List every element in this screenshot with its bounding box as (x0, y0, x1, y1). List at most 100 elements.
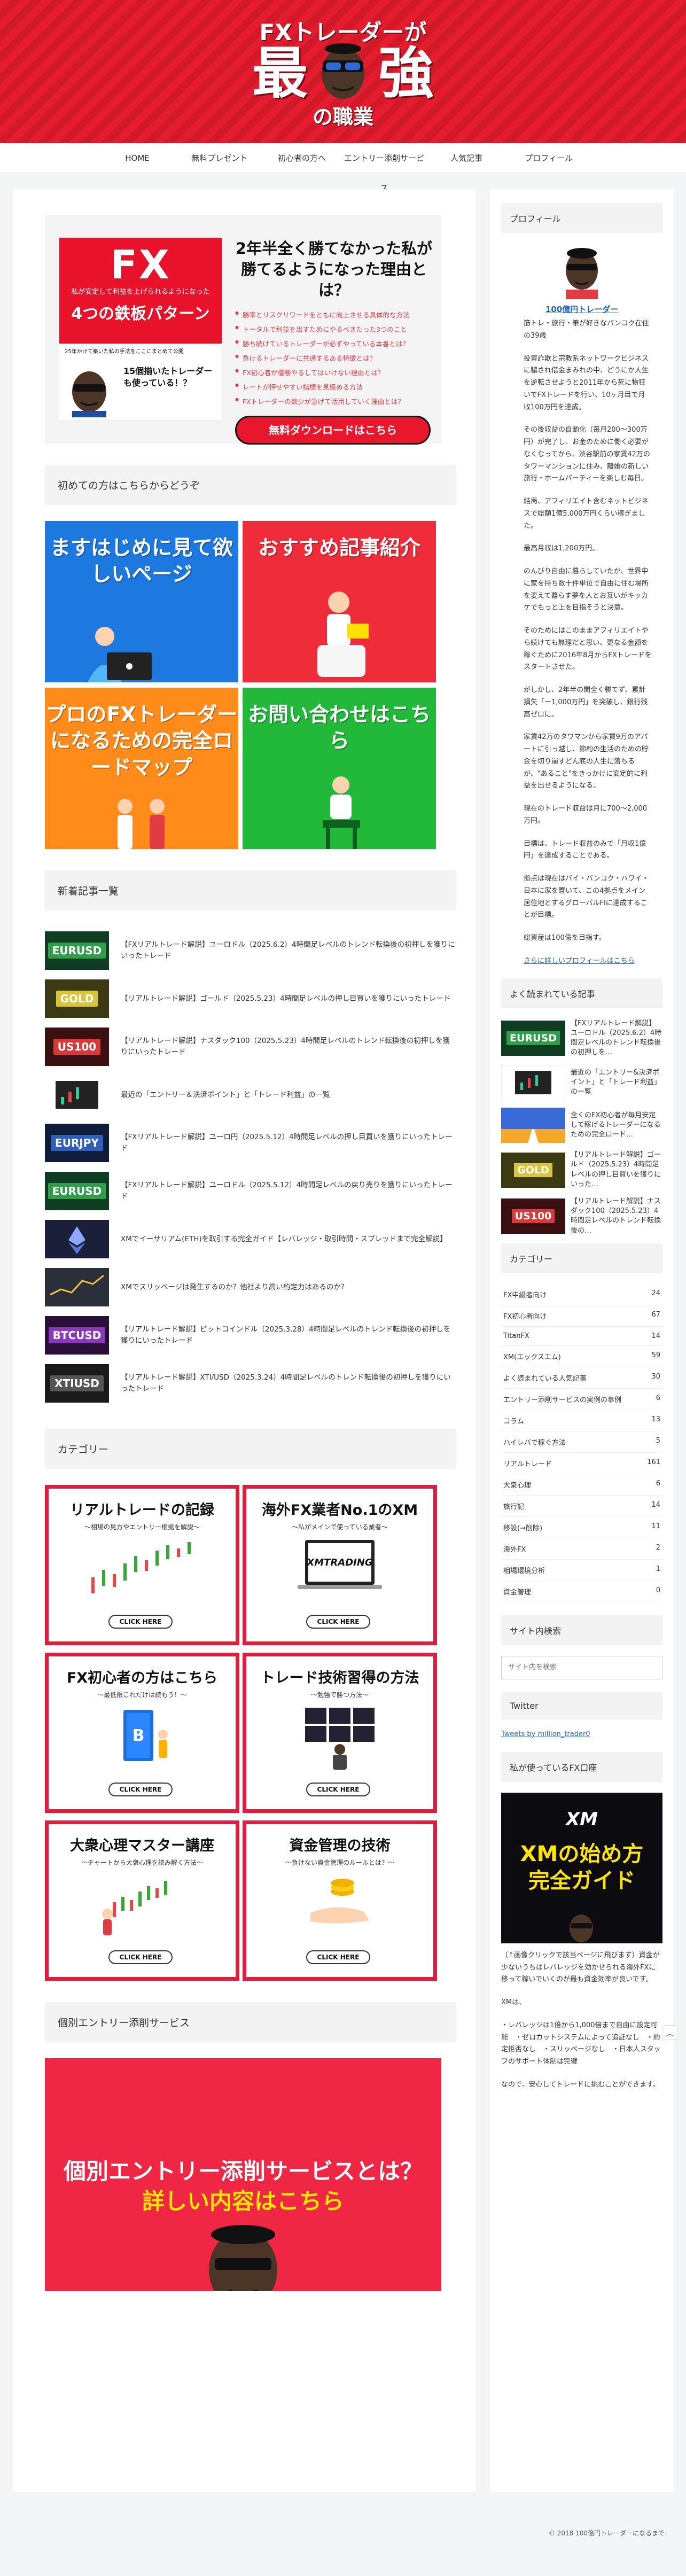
popular-item[interactable]: US100 【リアルトレード解説】ナスダック100（2025.5.23）4時間足… (501, 1197, 662, 1236)
widget-heading-categories: カテゴリー (501, 1243, 662, 1273)
category-list-item[interactable]: エントリー添削サービスの実例の事例 6 (501, 1389, 662, 1410)
profile-detail-link[interactable]: さらに詳しいプロフィールはこちら (524, 957, 635, 965)
profile-paragraph: 現在のトレード収益は月に700〜2,000万円。 (524, 805, 648, 825)
ebook-point: 勝率とリスクリワードをともに向上させる具体的な方法 (235, 308, 433, 323)
category-list-item[interactable]: ハイレバで稼ぐ方法 5 (501, 1431, 662, 1453)
category-list-item[interactable]: 旅行記 14 (501, 1496, 662, 1517)
category-list-item[interactable]: 相場環境分析 1 (501, 1560, 662, 1581)
team-icon (118, 799, 165, 849)
xm-description: （↑画像クリックで該当ページに飛びます）資金が少ないうちはレバレッジを効かせられ… (501, 1943, 662, 2091)
category-real-trade[interactable]: リアルトレードの記録 〜相場の見方やエントリー根拠を解説〜 CLICK HERE (45, 1485, 239, 1645)
popular-item[interactable]: GOLD 【リアルトレード解説】ゴールド（2025.5.23）4時間足レベルの押… (501, 1150, 662, 1189)
tile-roadmap[interactable]: プロのFXトレーダーになるための完全ロードマップ (45, 688, 238, 849)
category-list-item[interactable]: FX初心者向け 67 (501, 1305, 662, 1327)
news-thumbnail: EURUSD (45, 1172, 109, 1210)
category-trading-skill[interactable]: トレード技術習得の方法 〜勉強で勝つ方法〜 CLICK HERE (243, 1653, 437, 1813)
category-xm[interactable]: 海外FX業者No.1のXM 〜私がメインで使っている業者〜 XMTRADING … (243, 1485, 437, 1645)
tile-recommended[interactable]: おすすめ記事紹介 (243, 521, 436, 682)
category-list-item[interactable]: コラム 13 (501, 1410, 662, 1431)
popular-thumbnail (501, 1108, 565, 1143)
entry-service-banner[interactable]: 個別エントリー添削サービスとは？ 詳しい内容はこちら (45, 2058, 441, 2291)
news-thumbnail (45, 1220, 109, 1258)
twitter-timeline-link[interactable]: Tweets by million_trader0 (501, 1730, 662, 1738)
entry-banner-line1: 個別エントリー添削サービスとは？ (63, 2158, 423, 2184)
ebook-point: 負けるトレーダーに共通するある特徴とは？ (235, 352, 433, 366)
category-click-button[interactable]: CLICK HERE (306, 1950, 370, 1964)
category-list-item[interactable]: FX中級者向け 24 (501, 1284, 662, 1305)
popular-item[interactable]: 最近の「エントリー&決済ポイント」と「トレード利益」の一覧 (501, 1065, 662, 1101)
category-beginners[interactable]: FX初心者の方はこちら 〜最低限これだけは読もう！〜 B CLICK HERE (45, 1653, 239, 1813)
trader-avatar-icon (72, 371, 106, 417)
ebook-points: 勝率とリスクリワードをともに向上させる具体的な方法 トータルで利益を出すためにや… (235, 308, 433, 409)
section-heading-news: 新着記事一覧 (45, 870, 456, 910)
free-ebook-banner[interactable]: FX 私が安定して利益を上げられるようになった 4つの鉄板パターン 25年かけて… (45, 215, 441, 445)
widget-heading-search: サイト内検索 (501, 1615, 662, 1645)
news-thumbnail: GOLD (45, 979, 109, 1018)
tile-contact[interactable]: お問い合わせはこちら (243, 688, 436, 849)
global-nav: HOME 無料プレゼント 初心者の方へ エントリー添削サービス 人気記事 プロフ… (0, 143, 686, 193)
popular-item[interactable]: EURUSD 【FXリアルトレード解説】ユーロドル（2025.6.2）4時間足レ… (501, 1019, 662, 1058)
category-list-item[interactable]: 海外FX 2 (501, 1538, 662, 1560)
category-title: 大衆心理マスター講座 (70, 1838, 214, 1854)
site-logo[interactable]: FXトレーダーが 最 強 の職業 (252, 10, 434, 133)
category-list-item[interactable]: 資金管理 0 (501, 1581, 662, 1602)
site-header: FXトレーダーが 最 強 の職業 (0, 0, 686, 143)
category-money-management[interactable]: 資金管理の技術 〜負けない資金管理のルールとは？〜 CLICK HERE (243, 1820, 437, 1981)
category-subtitle: 〜負けない資金管理のルールとは？〜 (285, 1859, 394, 1866)
category-click-button[interactable]: CLICK HERE (306, 1783, 370, 1796)
scroll-to-top-button[interactable]: ︿ (662, 2025, 677, 2040)
news-item[interactable]: GOLD 【リアルトレード解説】ゴールド（2025.5.23）4時間足レベルの押… (45, 975, 456, 1023)
category-crowd-psychology[interactable]: 大衆心理マスター講座 〜チャートから大衆心理を読み解く方法〜 CLICK HER… (45, 1820, 239, 1981)
category-click-button[interactable]: CLICK HERE (108, 1615, 173, 1629)
category-click-button[interactable]: CLICK HERE (108, 1950, 173, 1964)
category-subtitle: 〜勉強で勝つ方法〜 (310, 1691, 369, 1699)
news-item[interactable]: XMでイーサリアム(ETH)を取引する完全ガイド【レバレッジ・取引時間・スプレッ… (45, 1215, 456, 1263)
news-item[interactable]: XMでスリッページは発生するのか？他社より高い約定力はあるのか？ (45, 1263, 456, 1311)
category-list-item[interactable]: 移設(→削除) 11 (501, 1517, 662, 1538)
news-item[interactable]: EURJPY 【FXリアルトレード解説】ユーロ円（2025.5.12）4時間足レ… (45, 1119, 456, 1167)
popular-thumbnail: EURUSD (501, 1020, 565, 1056)
trader-face-icon (570, 1914, 593, 1942)
news-item[interactable]: EURUSD 【FXリアルトレード解説】ユーロドル（2025.5.12）4時間足… (45, 1167, 456, 1215)
sitting-person-icon (323, 776, 360, 849)
news-item[interactable]: EURUSD 【FXリアルトレード解説】ユーロドル（2025.6.2）4時間足レ… (45, 927, 456, 975)
news-item[interactable]: US100 【リアルトレード解説】ナスダック100（2025.5.23）4時間足… (45, 1023, 456, 1071)
popular-item[interactable]: 全くのFX初心者が毎月安定して稼げるトレーダーになるための完全ロード… (501, 1108, 662, 1143)
main-content: FX 私が安定して利益を上げられるようになった 4つの鉄板パターン 25年かけて… (13, 189, 475, 2492)
news-thumbnail: BTCUSD (45, 1316, 109, 1355)
category-list-item[interactable]: TitanFX 14 (501, 1327, 662, 1346)
xm-paragraph: XMは、 (501, 1998, 526, 2006)
nav-popular[interactable]: 人気記事 (425, 143, 508, 173)
profile-paragraph: 投資詐欺と宗教系ネットワークビジネスに騙され借金まみれの中、どうにか人生を逆転さ… (524, 354, 649, 411)
news-thumbnail: US100 (45, 1028, 109, 1066)
tile-start-here[interactable]: ますはじめに見て欲しいページ (45, 521, 238, 682)
profile-paragraph: 最高月収は1,200万円。 (524, 544, 599, 553)
widget-heading-profile: プロフィール (501, 203, 662, 233)
nav-free-present[interactable]: 無料プレゼント (178, 143, 261, 173)
category-click-button[interactable]: CLICK HERE (108, 1783, 173, 1796)
news-item[interactable]: XTIUSD 【リアルトレード解説】XTI/USD（2025.3.24）4時間足… (45, 1359, 456, 1407)
search-input[interactable] (501, 1655, 662, 1679)
ebook-point: レートが押せやすい指標を見極める方法 (235, 380, 433, 395)
category-list-item[interactable]: XM(エックスエム) 59 (501, 1346, 662, 1367)
popular-thumbnail: GOLD (501, 1152, 565, 1188)
ebook-fx-main: 4つの鉄板パターン (71, 305, 210, 323)
widget-heading-twitter: Twitter (501, 1692, 662, 1719)
news-item[interactable]: BTCUSD 【リアルトレード解説】ビットコインドル（2025.3.28）4時間… (45, 1311, 456, 1359)
category-click-button[interactable]: CLICK HERE (306, 1615, 370, 1629)
nav-home[interactable]: HOME (96, 143, 178, 173)
category-list-item[interactable]: 大衆心理 6 (501, 1474, 662, 1496)
ebook-fx-title: FX (110, 242, 171, 288)
news-item[interactable]: 最近の「エントリー＆決済ポイント」と「トレード利益」の一覧 (45, 1071, 456, 1119)
profile-name-link[interactable]: 100億円トレーダー (545, 305, 618, 314)
free-download-button[interactable]: 無料ダウンロードはこちら (235, 415, 431, 445)
nav-beginners[interactable]: 初心者の方へ (261, 143, 343, 173)
nav-entry-service[interactable]: エントリー添削サービス (343, 143, 425, 193)
beginner-tiles: ますはじめに見て欲しいページ おすすめ記事紹介 プロのFXトレーダーになるための… (45, 521, 456, 849)
category-list-item[interactable]: リアルトレード 161 (501, 1453, 662, 1474)
category-list-item[interactable]: よく読まれている人気記事 30 (501, 1367, 662, 1389)
xm-guide-banner[interactable]: XM XMの始め方 完全ガイド (501, 1792, 662, 1943)
nav-profile[interactable]: プロフィール (508, 143, 590, 173)
profile-paragraph: がしかし、2年半の間全く勝てず、累計損失「ー1,000万円」を突破し、銀行残高ゼ… (524, 686, 648, 719)
news-title: 【FXリアルトレード解説】ユーロ円（2025.5.12）4時間足レベルの押し目買… (121, 1133, 453, 1153)
